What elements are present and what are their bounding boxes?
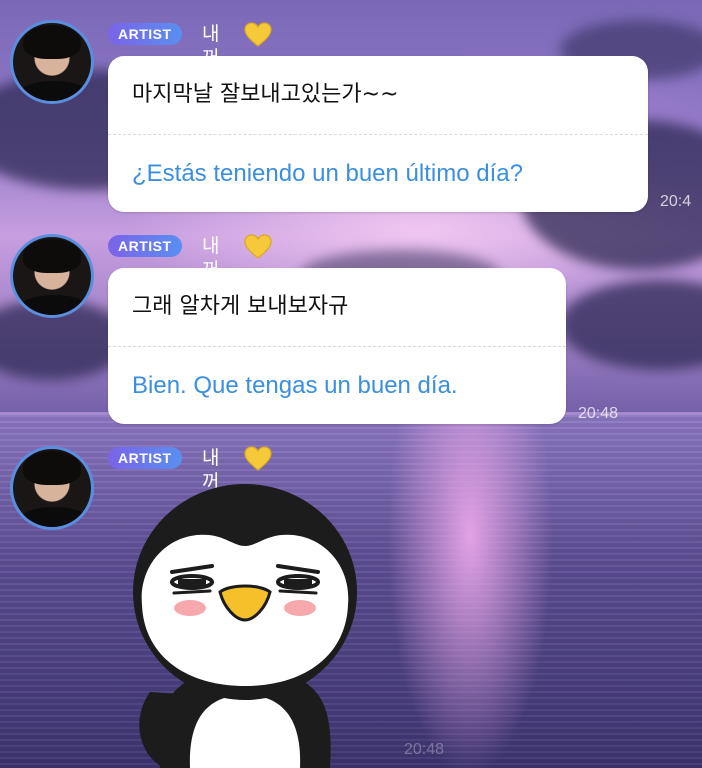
original-text: 마지막날 잘보내고있는가~~: [132, 82, 399, 107]
avatar-shirt: [19, 81, 89, 101]
penguin-cheek: [174, 600, 206, 616]
original-text: 그래 알차게 보내보자규: [132, 294, 349, 319]
yellow-heart-icon: [244, 234, 272, 259]
message-bubble[interactable]: 마지막날 잘보내고있는가~~ ¿Estás teniendo un buen ú…: [108, 56, 648, 212]
avatar-hair: [23, 25, 81, 59]
penguin-sticker[interactable]: [120, 480, 370, 768]
avatar-hair: [23, 451, 81, 485]
yellow-heart-icon: [244, 22, 272, 47]
artist-badge: ARTIST: [108, 235, 182, 257]
avatar-shirt: [19, 507, 89, 527]
message-time: 20:48: [404, 741, 445, 758]
translated-text: ¿Estás teniendo un buen último día?: [132, 160, 523, 187]
message-time: 20:48: [578, 405, 619, 422]
artist-avatar[interactable]: [10, 446, 94, 530]
message-bubble[interactable]: 그래 알차게 보내보자규 Bien. Que tengas un buen dí…: [108, 268, 566, 424]
bubble-divider: [108, 346, 566, 347]
avatar-hair: [23, 239, 81, 273]
artist-badge: ARTIST: [108, 23, 182, 45]
yellow-heart-icon: [244, 446, 272, 471]
avatar-shirt: [19, 295, 89, 315]
translated-text: Bien. Que tengas un buen día.: [132, 372, 458, 399]
penguin-cheek: [284, 600, 316, 616]
artist-badge: ARTIST: [108, 447, 182, 469]
message-time: 20:4: [660, 193, 692, 210]
artist-avatar[interactable]: [10, 234, 94, 318]
artist-avatar[interactable]: [10, 20, 94, 104]
bubble-divider: [108, 134, 648, 135]
